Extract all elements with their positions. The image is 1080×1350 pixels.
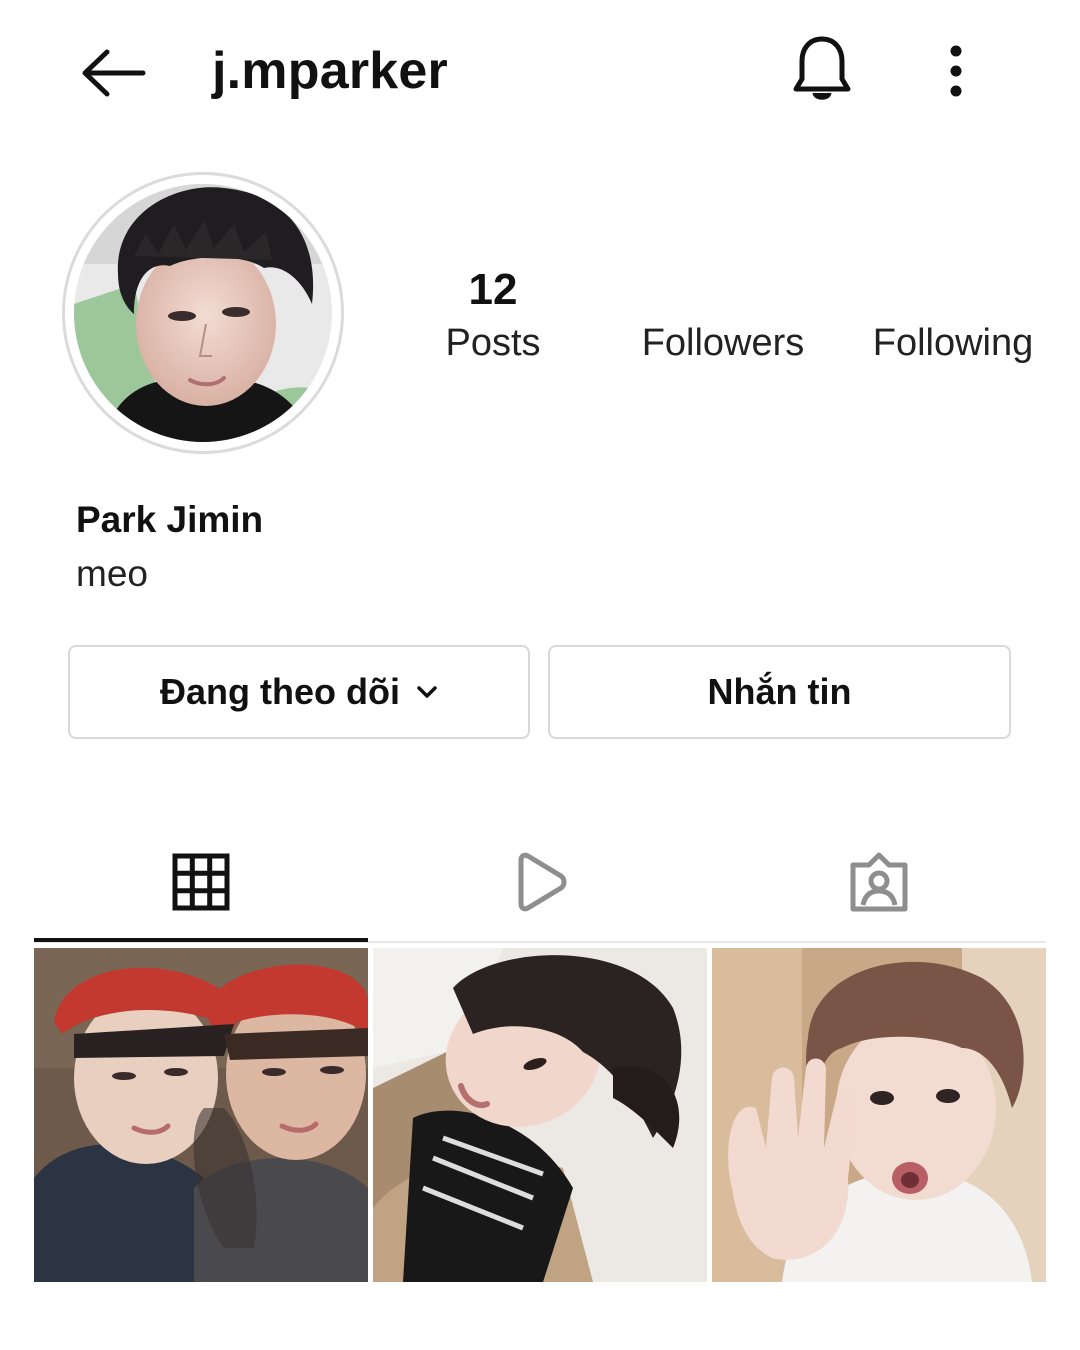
post-thumbnail[interactable]: [712, 948, 1046, 1282]
following-button[interactable]: Đang theo dõi: [68, 645, 530, 739]
post-thumbnail[interactable]: [34, 948, 368, 1282]
profile-bio: meo: [76, 553, 148, 594]
avatar-photo: [74, 184, 332, 442]
message-button-label: Nhắn tin: [707, 671, 852, 712]
play-icon: [518, 852, 567, 912]
followers-stat[interactable]: Followers: [628, 262, 818, 368]
bell-icon: [793, 36, 851, 100]
profile-username: j.mparker: [212, 42, 448, 100]
more-options-button[interactable]: [930, 36, 982, 106]
tagged-user-icon: [850, 852, 908, 912]
message-button[interactable]: Nhắn tin: [548, 645, 1011, 739]
profile-avatar[interactable]: [62, 172, 344, 454]
following-stat[interactable]: Following: [860, 262, 1046, 368]
more-vertical-icon: [950, 45, 962, 97]
following-button-label: Đang theo dõi: [160, 671, 400, 712]
tab-posts-grid[interactable]: [34, 820, 368, 944]
post-thumbnail[interactable]: [373, 948, 707, 1282]
posts-count: 12: [468, 265, 518, 314]
followers-label: Followers: [641, 322, 805, 364]
active-tab-indicator: [34, 938, 368, 942]
back-button[interactable]: [72, 40, 152, 106]
arrow-left-icon: [82, 49, 146, 97]
posts-grid: [34, 948, 1046, 1282]
followers-count: [628, 262, 818, 318]
profile-tabs: [34, 820, 1046, 944]
tab-tagged[interactable]: [712, 820, 1046, 944]
following-label: Following: [872, 322, 1034, 364]
posts-stat[interactable]: 12 Posts: [428, 262, 558, 368]
grid-icon: [172, 853, 230, 911]
chevron-down-icon: [416, 685, 438, 699]
top-bar: j.mparker: [0, 0, 1080, 140]
notifications-button[interactable]: [786, 30, 858, 110]
posts-label: Posts: [445, 322, 541, 364]
tab-reels[interactable]: [373, 820, 707, 944]
following-count: [860, 262, 1046, 318]
profile-full-name: Park Jimin: [76, 499, 264, 540]
